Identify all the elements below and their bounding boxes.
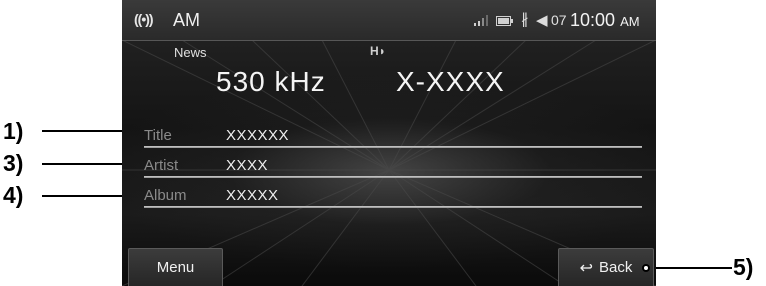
album-row: Album XXXXX (144, 180, 642, 208)
callout-5-line (650, 267, 732, 269)
genre-label: News (174, 45, 207, 60)
album-divider (144, 206, 642, 208)
clock: 10:00 AM (570, 10, 640, 31)
callout-1-line (42, 130, 134, 132)
back-arrow-icon: ↩ (579, 259, 594, 277)
title-divider (144, 146, 642, 148)
speaker-icon: ◀ (536, 12, 548, 29)
album-value: XXXXX (226, 187, 279, 204)
callout-3: 3) (3, 150, 24, 176)
callout-5-dot (642, 264, 650, 272)
hd-radio-icon: H◗ (370, 44, 386, 58)
menu-button[interactable]: Menu (128, 248, 223, 286)
artist-row: Artist XXXX (144, 150, 642, 178)
callout-4: 4) (3, 182, 24, 208)
radio-screen: ((•)) AM ∦ ◀ 07 10:00 AM News H◗ 530 kHz… (122, 0, 656, 286)
radio-waves-icon: ((•)) (134, 11, 154, 27)
artist-divider (144, 176, 642, 178)
title-label: Title (144, 127, 172, 144)
back-button-label: Back (599, 259, 633, 276)
status-bar: ((•)) AM ∦ ◀ 07 10:00 AM (122, 0, 656, 41)
volume-level: 07 (551, 12, 567, 28)
album-label: Album (144, 187, 187, 204)
clock-ampm: AM (620, 14, 640, 29)
bluetooth-icon: ∦ (521, 11, 529, 28)
title-row: Title XXXXXX (144, 120, 642, 148)
callout-4-line (42, 195, 134, 197)
signal-strength-icon (474, 15, 488, 26)
frequency-display: 530 kHz (216, 66, 326, 97)
clock-time: 10:00 (570, 10, 616, 30)
artist-value: XXXX (226, 157, 269, 174)
menu-button-label: Menu (156, 259, 195, 276)
callout-1: 1) (3, 118, 24, 144)
back-button[interactable]: ↩ Back (558, 248, 654, 286)
artist-label: Artist (144, 157, 179, 174)
callout-5: 5) (733, 254, 754, 280)
battery-icon (496, 16, 513, 26)
callout-3-line (42, 163, 134, 165)
station-call-sign: X-XXXX (396, 66, 505, 97)
title-value: XXXXXX (226, 127, 290, 144)
band-label: AM (173, 10, 200, 30)
